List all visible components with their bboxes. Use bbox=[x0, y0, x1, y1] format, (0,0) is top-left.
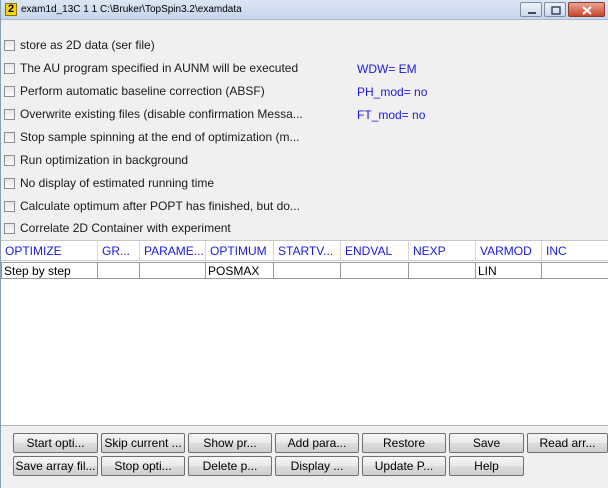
help-button[interactable]: Help bbox=[449, 456, 524, 476]
column-header-inc[interactable]: INC bbox=[542, 241, 608, 261]
option-label: store as 2D data (ser file) bbox=[20, 38, 155, 52]
window-number-badge: 2 bbox=[5, 3, 17, 16]
column-header-optimize[interactable]: OPTIMIZE bbox=[1, 241, 98, 261]
column-header-parameter[interactable]: PARAME... bbox=[140, 241, 206, 261]
checkbox[interactable] bbox=[4, 131, 15, 143]
add-parameter-button[interactable]: Add para... bbox=[275, 433, 359, 453]
column-header-group[interactable]: GR... bbox=[98, 241, 140, 261]
save-array-file-button[interactable]: Save array fil... bbox=[13, 456, 98, 476]
option-label: Stop sample spinning at the end of optim… bbox=[20, 130, 300, 144]
option-correlate-2d[interactable]: Correlate 2D Container with experiment bbox=[4, 219, 231, 237]
option-store-2d[interactable]: store as 2D data (ser file) bbox=[4, 36, 155, 54]
checkbox[interactable] bbox=[4, 200, 15, 212]
read-array-button[interactable]: Read arr... bbox=[527, 433, 608, 453]
update-parameters-button[interactable]: Update P... bbox=[362, 456, 446, 476]
option-label: Overwrite existing files (disable confir… bbox=[20, 107, 303, 121]
option-label: Correlate 2D Container with experiment bbox=[20, 221, 231, 235]
table-cell[interactable] bbox=[409, 262, 476, 279]
option-label: No display of estimated running time bbox=[20, 176, 215, 190]
window-title: exam1d_13C 1 1 C:\Bruker\TopSpin3.2\exam… bbox=[21, 4, 242, 15]
table-cell[interactable]: POSMAX bbox=[206, 262, 274, 279]
checkbox[interactable] bbox=[4, 62, 15, 74]
param-wdw: WDW= EM bbox=[357, 62, 417, 76]
table-row[interactable]: Step by step POSMAX LIN bbox=[1, 262, 608, 279]
column-header-optimum[interactable]: OPTIMUM bbox=[206, 241, 274, 261]
delete-parameter-button[interactable]: Delete p... bbox=[188, 456, 272, 476]
param-ph-mod: PH_mod= no bbox=[357, 85, 428, 99]
checkbox[interactable] bbox=[4, 39, 15, 51]
table-cell[interactable] bbox=[542, 262, 608, 279]
close-button[interactable] bbox=[568, 2, 605, 17]
show-progress-button[interactable]: Show pr... bbox=[188, 433, 272, 453]
table-header: OPTIMIZE GR... PARAME... OPTIMUM STARTV.… bbox=[1, 241, 608, 261]
option-stop-spinning[interactable]: Stop sample spinning at the end of optim… bbox=[4, 128, 300, 146]
column-header-nexp[interactable]: NEXP bbox=[409, 241, 476, 261]
column-header-varmod[interactable]: VARMOD bbox=[476, 241, 542, 261]
option-no-running-time[interactable]: No display of estimated running time bbox=[4, 174, 214, 192]
table-cell[interactable] bbox=[341, 262, 409, 279]
column-header-startval[interactable]: STARTV... bbox=[274, 241, 341, 261]
table-cell[interactable] bbox=[140, 262, 206, 279]
option-label: Run optimization in background bbox=[20, 153, 189, 167]
skip-current-button[interactable]: Skip current ... bbox=[101, 433, 185, 453]
option-calculate-optimum[interactable]: Calculate optimum after POPT has finishe… bbox=[4, 197, 300, 215]
option-baseline-correction[interactable]: Perform automatic baseline correction (A… bbox=[4, 82, 265, 100]
table-cell[interactable] bbox=[98, 262, 140, 279]
checkbox[interactable] bbox=[4, 154, 15, 166]
option-label: The AU program specified in AUNM will be… bbox=[20, 61, 299, 75]
minimize-icon bbox=[528, 12, 536, 14]
parameter-table: OPTIMIZE GR... PARAME... OPTIMUM STARTV.… bbox=[1, 240, 608, 426]
maximize-icon bbox=[551, 6, 561, 15]
window-controls bbox=[518, 2, 605, 17]
maximize-button[interactable] bbox=[544, 2, 566, 17]
checkbox[interactable] bbox=[4, 85, 15, 97]
checkbox[interactable] bbox=[4, 222, 15, 234]
start-optimization-button[interactable]: Start opti... bbox=[13, 433, 98, 453]
option-label: Calculate optimum after POPT has finishe… bbox=[20, 199, 300, 213]
option-au-program[interactable]: The AU program specified in AUNM will be… bbox=[4, 59, 298, 77]
param-ft-mod: FT_mod= no bbox=[357, 108, 426, 122]
table-cell[interactable] bbox=[274, 262, 341, 279]
table-cell[interactable]: LIN bbox=[476, 262, 542, 279]
checkbox[interactable] bbox=[4, 108, 15, 120]
close-icon bbox=[582, 6, 592, 15]
stop-optimization-button[interactable]: Stop opti... bbox=[101, 456, 185, 476]
display-button[interactable]: Display ... bbox=[275, 456, 359, 476]
table-cell[interactable]: Step by step bbox=[1, 262, 98, 279]
checkbox[interactable] bbox=[4, 177, 15, 189]
title-bar[interactable]: 2 exam1d_13C 1 1 C:\Bruker\TopSpin3.2\ex… bbox=[1, 0, 608, 20]
option-run-background[interactable]: Run optimization in background bbox=[4, 151, 188, 169]
minimize-button[interactable] bbox=[520, 2, 542, 17]
restore-button[interactable]: Restore bbox=[362, 433, 446, 453]
save-button[interactable]: Save bbox=[449, 433, 524, 453]
option-label: Perform automatic baseline correction (A… bbox=[20, 84, 265, 98]
option-overwrite-files[interactable]: Overwrite existing files (disable confir… bbox=[4, 105, 303, 123]
column-header-endval[interactable]: ENDVAL bbox=[341, 241, 409, 261]
popt-window: 2 exam1d_13C 1 1 C:\Bruker\TopSpin3.2\ex… bbox=[0, 0, 608, 488]
